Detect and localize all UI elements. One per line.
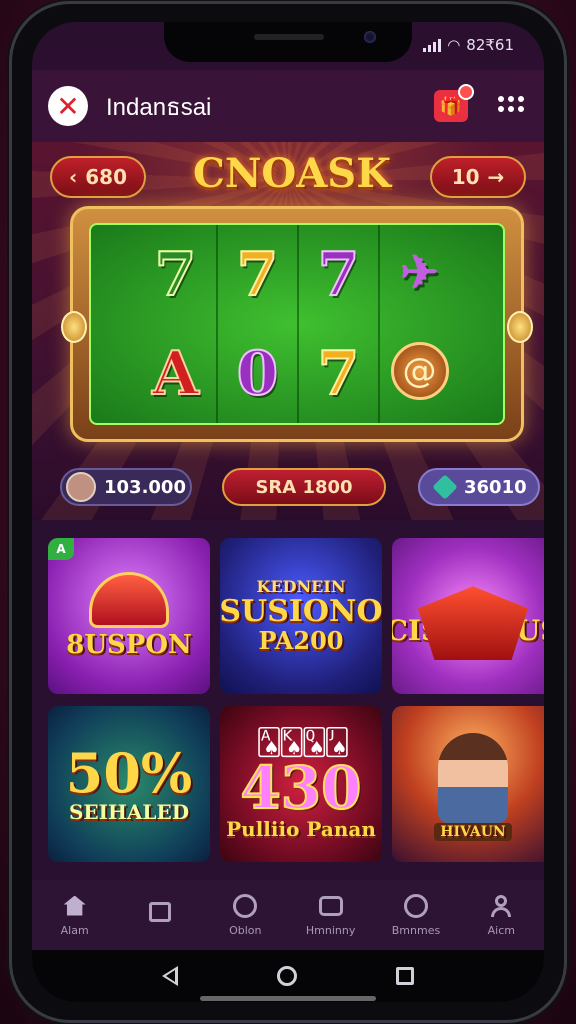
nav-item-gifts[interactable]: [117, 880, 202, 950]
reel-area: 7 A 7 0 7 7 ✈ @: [89, 223, 505, 425]
nav-label: Bmnmes: [391, 923, 441, 937]
game-card[interactable]: HIVAUN: [392, 706, 544, 862]
user-icon: [491, 894, 512, 917]
back-icon[interactable]: [161, 966, 178, 986]
game-card-subtitle: SEIHALED: [68, 799, 190, 824]
chevron-left-icon: ‹: [69, 165, 78, 189]
coin-icon: [507, 311, 533, 343]
reel-symbol: 0: [236, 338, 280, 409]
screen: ◠ 82₹61 ✕ Indanธsai 🎁 ‹ 680 CNOASK 10 →: [32, 22, 544, 1002]
reel-symbol: 7: [236, 239, 280, 310]
recent-apps-icon[interactable]: [396, 967, 415, 985]
spin-button[interactable]: SRA 1800: [222, 468, 386, 506]
game-card[interactable]: CISHAHUS: [392, 538, 544, 694]
coins-value: 36010: [464, 476, 527, 498]
avatar: [66, 472, 96, 502]
wifi-icon: ◠: [447, 36, 461, 54]
reel-symbol: 7: [154, 239, 198, 310]
game-card-title: SUSIONO: [220, 594, 382, 630]
home-icon: [63, 895, 86, 916]
bird-icon: ✈: [400, 244, 439, 299]
gem-icon: [432, 474, 458, 500]
character-image: [438, 732, 508, 823]
reel-4: ✈ @: [378, 225, 459, 423]
coin-icon: [61, 311, 87, 343]
home-indicator: [200, 996, 376, 1001]
system-nav-bar: [32, 950, 544, 1002]
gift-box-icon: [148, 902, 171, 922]
game-card-title: 50%: [65, 741, 193, 806]
nav-item-clock[interactable]: Bmnmes: [373, 880, 458, 950]
new-badge: A: [48, 538, 74, 560]
reel-symbol: 7: [317, 338, 361, 409]
game-card-banner: HIVAUN: [434, 822, 512, 842]
bottom-nav: Alam Oblon Hmninny Bmnmes Aicm: [32, 880, 544, 950]
game-card-subtitle: Pulliio Panan: [226, 816, 376, 841]
status-bar: ◠ 82₹61: [423, 36, 514, 54]
next-button[interactable]: 10 →: [430, 156, 526, 198]
status-time: 82₹61: [466, 36, 514, 54]
swirl-icon: @: [390, 341, 449, 400]
gift-icon[interactable]: 🎁: [434, 84, 474, 122]
nav-label: Hmninny: [305, 923, 356, 937]
nav-item-wheel[interactable]: Oblon: [203, 880, 288, 950]
reel-symbol: A: [151, 338, 200, 409]
nav-item-home[interactable]: Alam: [32, 880, 117, 950]
shield-icon: [418, 586, 528, 661]
crown-emblem-icon: [89, 572, 169, 629]
game-card[interactable]: KEDNEIN SUSIONO PA200: [220, 538, 382, 694]
prev-value: 680: [85, 165, 127, 189]
stats-row: 103.000 SRA 1800 36010: [32, 468, 544, 508]
reel-1: 7 A: [135, 225, 216, 423]
slot-machine[interactable]: 7 A 7 0 7 7 ✈ @: [61, 206, 533, 442]
tv-icon: [318, 895, 343, 916]
game-card[interactable]: 🂡🂮🂭🂫 430 Pulliio Panan: [220, 706, 382, 862]
game-card-subtitle: PA200: [258, 625, 344, 655]
phone-frame: ◠ 82₹61 ✕ Indanธsai 🎁 ‹ 680 CNOASK 10 →: [12, 4, 564, 1020]
clock-icon: [403, 893, 428, 918]
grid-menu-icon[interactable]: [498, 96, 524, 112]
reel-symbol: 7: [317, 239, 361, 310]
app-bar: ✕ Indanธsai 🎁: [32, 70, 544, 142]
balance-pill[interactable]: 103.000: [60, 468, 192, 506]
reel-2: 7 0: [216, 225, 297, 423]
speaker: [254, 34, 324, 40]
app-title: Indanธsai: [106, 93, 212, 121]
game-title: CNOASK: [193, 150, 391, 197]
wheel-icon: [233, 893, 258, 918]
games-grid: A 8USPON KEDNEIN SUSIONO PA200 CISHAHUS …: [32, 520, 544, 880]
game-card-title: 8USPON: [66, 630, 192, 661]
front-camera: [364, 31, 376, 43]
arrow-right-icon: →: [487, 165, 505, 189]
nav-item-tv[interactable]: Hmninny: [288, 880, 373, 950]
signal-icon: [423, 38, 442, 52]
next-value: 10: [451, 165, 480, 189]
prev-button[interactable]: ‹ 680: [50, 156, 146, 198]
game-card[interactable]: 50% SEIHALED: [48, 706, 210, 862]
balance-value: 103.000: [104, 476, 186, 498]
slot-hero: ‹ 680 CNOASK 10 → 7 A 7 0 7 7 ✈ @ 103.00…: [32, 142, 544, 522]
app-logo[interactable]: ✕: [48, 86, 88, 126]
game-card[interactable]: A 8USPON: [48, 538, 210, 694]
notch: [164, 22, 412, 62]
coins-pill[interactable]: 36010: [418, 468, 540, 506]
nav-label: Aicm: [487, 923, 515, 937]
nav-item-profile[interactable]: Aicm: [459, 880, 544, 950]
nav-label: Alam: [60, 923, 89, 937]
reels: 7 A 7 0 7 7 ✈ @: [135, 225, 459, 423]
game-card-title: 430: [239, 754, 362, 823]
home-circle-icon[interactable]: [276, 966, 297, 986]
reel-3: 7 7: [297, 225, 378, 423]
nav-label: Oblon: [229, 923, 262, 937]
